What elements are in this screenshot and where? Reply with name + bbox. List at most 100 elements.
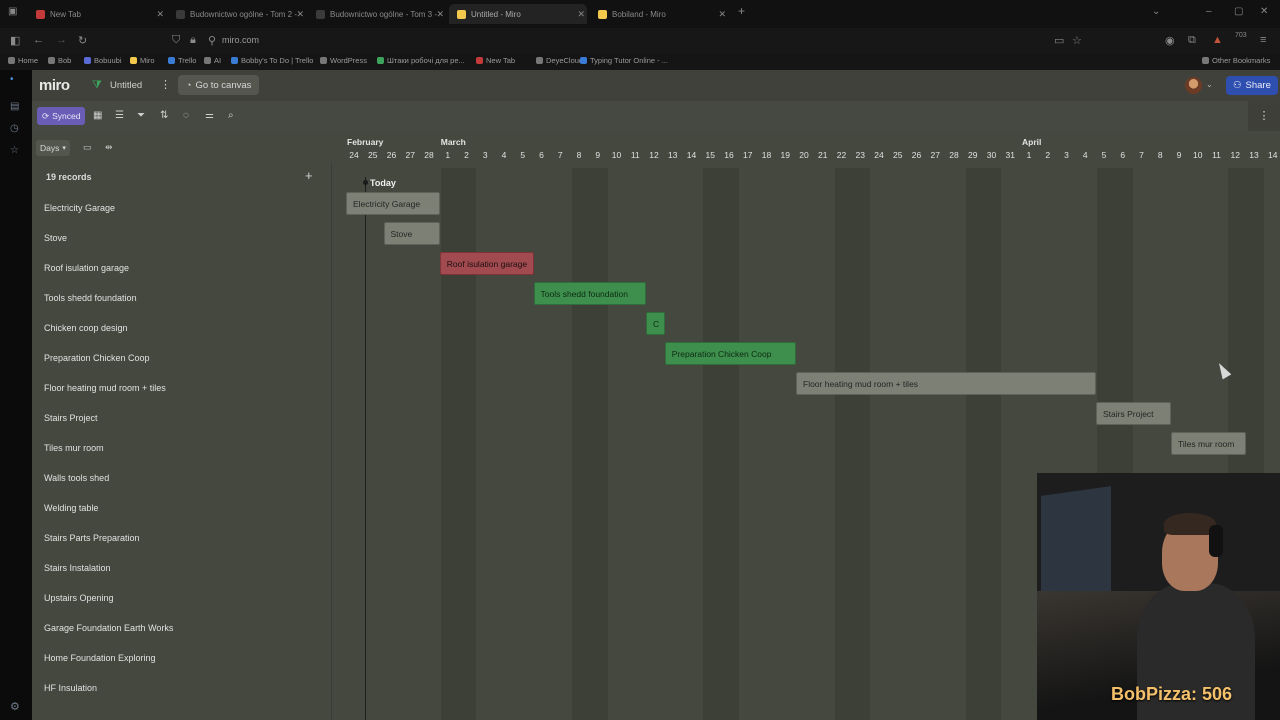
tab-favicon-icon <box>598 9 607 19</box>
record-row-name[interactable]: HF Insulation <box>44 683 97 693</box>
browser-tab[interactable]: Budownictwo ogólne - Tom 2 - Fizyka✕ <box>168 4 306 24</box>
new-tab-icon[interactable]: + <box>738 4 745 18</box>
tab-close-icon[interactable]: ✕ <box>156 9 164 20</box>
bookmark-star-icon[interactable]: ☆ <box>1072 34 1082 47</box>
bookmark-item[interactable]: New Tab <box>476 56 515 65</box>
avatar-chevron-icon[interactable]: ⌄ <box>1206 80 1213 89</box>
browser-tab[interactable]: Budownictwo ogólne - Tom 3 - Elem✕ <box>308 4 446 24</box>
record-row-name[interactable]: Stove <box>44 233 67 243</box>
close-window-icon[interactable]: ✕ <box>1260 6 1268 17</box>
site-settings-icon[interactable]: ⚲ <box>208 34 216 47</box>
timeline-bar[interactable]: Floor heating mud room + tiles <box>796 372 1096 395</box>
miro-logo[interactable]: miro <box>39 77 70 94</box>
tab-actions-icon[interactable]: ▣ <box>8 6 17 17</box>
rail-settings-icon[interactable]: ⚙ <box>10 700 20 713</box>
day-number: 15 <box>705 150 715 160</box>
shield-icon[interactable]: ⛉ <box>172 34 180 47</box>
hide-fields-icon[interactable]: ◌ <box>183 110 189 121</box>
record-row-name[interactable]: Tools shedd foundation <box>44 293 137 303</box>
tab-close-icon[interactable]: ✕ <box>577 9 585 20</box>
day-number: 21 <box>818 150 828 160</box>
maximize-icon[interactable]: ▢ <box>1234 6 1243 17</box>
calendar-icon[interactable]: ▭ <box>83 142 92 153</box>
browser-tab[interactable]: Untitled - Miro ✕ <box>449 4 587 24</box>
record-row-name[interactable]: Floor heating mud room + tiles <box>44 383 166 393</box>
rail-history-icon[interactable]: ◷ <box>10 123 19 134</box>
screenshot-icon[interactable]: ▭ <box>1054 34 1064 47</box>
extensions-icon[interactable]: ⧉ <box>1188 34 1196 47</box>
tab-search-chevron-icon[interactable]: ⌄ <box>1152 6 1160 17</box>
brave-shield-icon[interactable]: ◉ <box>1165 34 1175 47</box>
record-row-name[interactable]: Home Foundation Exploring <box>44 653 156 663</box>
synced-button[interactable]: ⟳ Synced <box>37 107 86 125</box>
board-name[interactable]: Untitled <box>110 80 142 91</box>
url-field[interactable]: miro.com <box>222 35 259 45</box>
record-row-name[interactable]: Roof isulation garage <box>44 263 129 273</box>
day-number: 12 <box>649 150 659 160</box>
tab-close-icon[interactable]: ✕ <box>718 9 726 20</box>
record-row-name[interactable]: Chicken coop design <box>44 323 128 333</box>
timeline-bar[interactable]: Preparation Chicken Coop <box>664 342 796 365</box>
browser-tab[interactable]: Bobiland - Miro ✕ <box>590 4 728 24</box>
menu-icon[interactable]: ≡ <box>1260 34 1266 46</box>
minimize-icon[interactable]: – <box>1206 6 1212 17</box>
other-bookmarks[interactable]: Other Bookmarks <box>1202 56 1270 65</box>
record-row-name[interactable]: Upstairs Opening <box>44 593 114 603</box>
rewards-icon[interactable]: ▲ <box>1212 34 1223 46</box>
record-row-name[interactable]: Stairs Parts Preparation <box>44 533 140 543</box>
bookmark-item[interactable]: Bobuubi <box>84 56 122 65</box>
forward-icon[interactable]: → <box>56 34 67 46</box>
avatar[interactable] <box>1185 77 1202 94</box>
rail-wallet-icon[interactable]: ▤ <box>10 101 19 112</box>
bookmark-item[interactable]: Bobby's To Do | Trello <box>231 56 313 65</box>
bookmark-item[interactable]: Miro <box>130 56 155 65</box>
record-row-name[interactable]: Stairs Project <box>44 413 98 423</box>
lock-icon[interactable]: 🔒︎ <box>190 34 196 47</box>
days-select[interactable]: Days ▾ <box>36 140 70 156</box>
badge-count[interactable]: 703 <box>1235 32 1247 39</box>
search-icon[interactable]: ⌕ <box>228 110 234 121</box>
timeline-bar[interactable]: Tools shedd foundation <box>533 282 646 305</box>
card-view-icon[interactable]: ☰ <box>115 110 124 121</box>
share-button[interactable]: ⚇ Share <box>1226 76 1278 95</box>
add-record-icon[interactable]: + <box>305 168 313 183</box>
filter-icon[interactable]: ⏷ <box>137 110 145 121</box>
timeline-bar[interactable]: Electricity Garage <box>346 192 440 215</box>
record-row-name[interactable]: Electricity Garage <box>44 203 115 213</box>
bookmark-item[interactable]: Bob <box>48 56 71 65</box>
go-to-canvas-button[interactable]: ◔ Go to canvas <box>178 75 260 95</box>
bookmark-item[interactable]: DeyeCloud <box>536 56 583 65</box>
bookmark-item[interactable]: Typing Tutor Online - ... <box>580 56 668 65</box>
bookmark-item[interactable]: AI <box>204 56 221 65</box>
timeline-bar[interactable]: Roof isulation garage <box>439 252 534 275</box>
fit-width-icon[interactable]: ⇹ <box>105 142 113 153</box>
rail-bookmarks-icon[interactable]: ☆ <box>10 145 19 156</box>
timeline-bar[interactable]: Tiles mur room <box>1171 432 1246 455</box>
back-icon[interactable]: ← <box>33 34 44 46</box>
record-row-name[interactable]: Walls tools shed <box>44 473 109 483</box>
sort-icon[interactable]: ⇅ <box>160 110 168 121</box>
reload-icon[interactable]: ↻ <box>78 34 87 47</box>
bookmark-item[interactable]: Штаки робочі для ре... <box>377 56 465 65</box>
rail-pin-icon[interactable]: • <box>10 74 14 85</box>
more-options-icon[interactable]: ⋮ <box>1248 101 1280 131</box>
bookmark-item[interactable]: WordPress <box>320 56 367 65</box>
tab-close-icon[interactable]: ✕ <box>436 9 444 20</box>
browser-tab[interactable]: New Tab ✕ <box>28 4 166 24</box>
record-row-name[interactable]: Tiles mur room <box>44 443 104 453</box>
sidebar-toggle-icon[interactable]: ◧ <box>10 34 20 47</box>
timeline-bar[interactable]: Stairs Project <box>1096 402 1171 425</box>
bookmark-item[interactable]: Trello <box>168 56 196 65</box>
day-number: 9 <box>1176 150 1182 160</box>
timeline-bar[interactable]: Stove <box>383 222 440 245</box>
tab-close-icon[interactable]: ✕ <box>296 9 304 20</box>
record-row-name[interactable]: Welding table <box>44 503 98 513</box>
record-row-name[interactable]: Stairs Instalation <box>44 563 111 573</box>
record-row-name[interactable]: Garage Foundation Earth Works <box>44 623 173 633</box>
board-menu-icon[interactable]: ⋮ <box>160 78 171 91</box>
record-row-name[interactable]: Preparation Chicken Coop <box>44 353 150 363</box>
table-view-icon[interactable]: ▦ <box>93 110 102 121</box>
timeline-bar[interactable]: C <box>646 312 665 335</box>
adjust-icon[interactable]: ⚌ <box>205 110 214 121</box>
bookmark-item[interactable]: Home <box>8 56 38 65</box>
